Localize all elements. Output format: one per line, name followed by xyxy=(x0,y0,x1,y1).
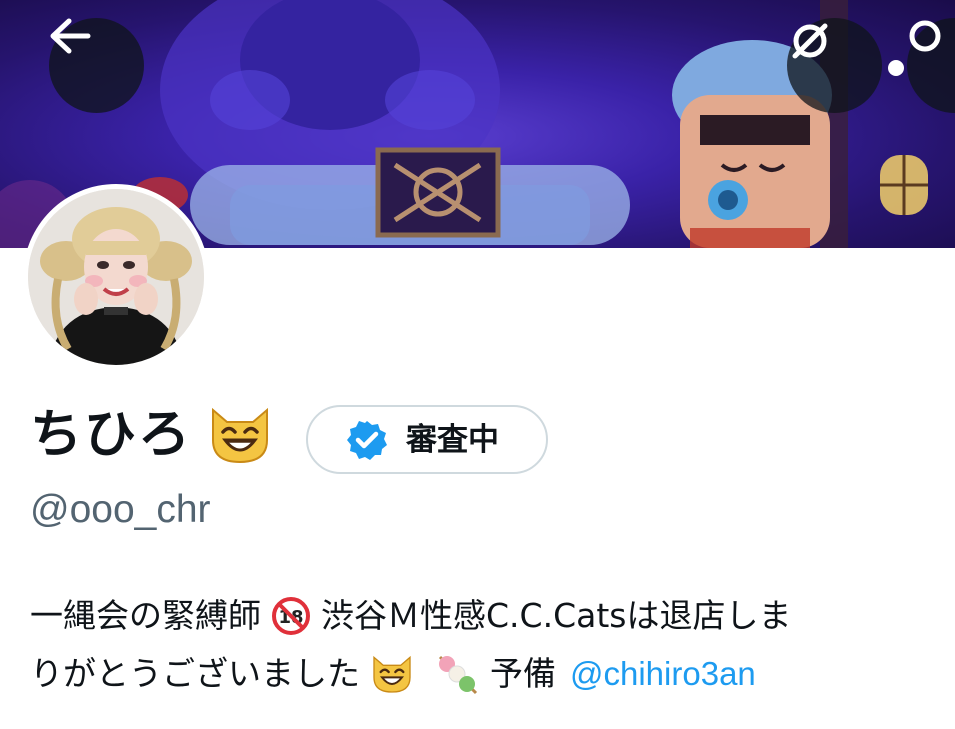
no-under-18-emoji: 18 xyxy=(272,597,310,635)
smiling-cat-emoji xyxy=(207,404,273,466)
profile-bio: 一縄会の緊縛師 18 渋谷Ｍ性感C.C.Catsは退店しま りがとうございました… xyxy=(30,587,955,703)
search-icon xyxy=(909,20,941,52)
avatar-photo xyxy=(28,189,204,365)
profile-handle: @ooo_chr xyxy=(30,488,211,531)
verified-check-icon xyxy=(347,420,387,460)
smiling-cat-emoji xyxy=(373,655,411,693)
offline-slash-icon xyxy=(792,23,828,59)
display-name: ちひろ xyxy=(30,405,193,465)
bio-text: 予備 xyxy=(490,654,556,693)
offline-status-button[interactable] xyxy=(787,18,882,113)
separator-dot xyxy=(888,60,904,76)
profile-avatar[interactable] xyxy=(23,184,209,370)
bio-text: 渋谷Ｍ性感C.C.Catsは退店しま xyxy=(321,596,792,635)
badge-label: 審査中 xyxy=(406,421,499,458)
bio-line-2: りがとうございました 予備 @chihiro3an xyxy=(30,645,955,703)
bio-text: 一縄会の緊縛師 xyxy=(30,596,261,635)
bio-text: りがとうございました xyxy=(30,654,360,693)
bio-line-1: 一縄会の緊縛師 18 渋谷Ｍ性感C.C.Catsは退店しま xyxy=(30,587,955,645)
mention-link[interactable]: @chihiro3an xyxy=(570,645,756,703)
back-button[interactable] xyxy=(49,18,144,113)
under-review-badge[interactable]: 審査中 xyxy=(306,405,548,474)
dango-emoji xyxy=(438,655,478,695)
arrow-left-icon xyxy=(50,18,91,54)
